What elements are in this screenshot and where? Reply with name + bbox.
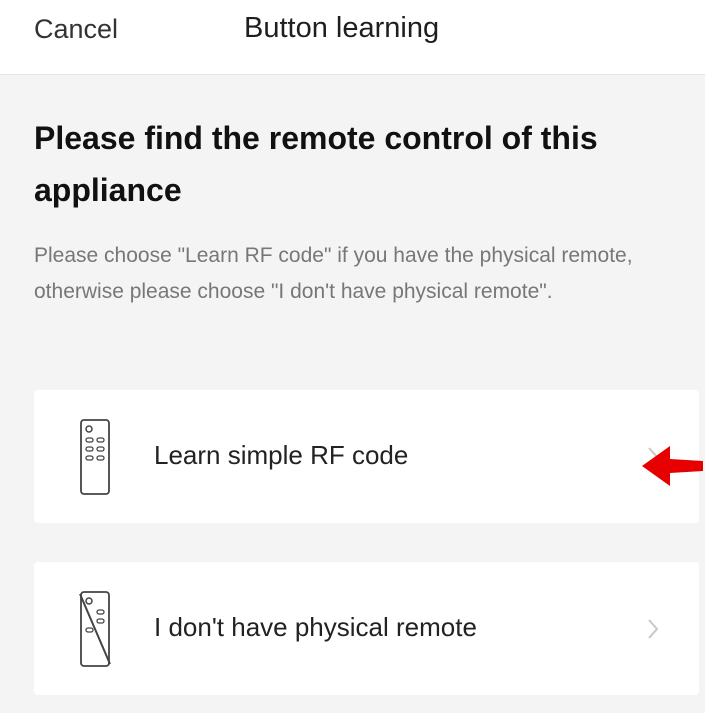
learn-rf-code-label: Learn simple RF code xyxy=(154,440,409,470)
cancel-button[interactable]: Cancel xyxy=(34,14,118,45)
no-remote-icon xyxy=(79,591,111,667)
no-physical-remote-label: I don't have physical remote xyxy=(154,612,477,642)
instruction-description: Please choose "Learn RF code" if you hav… xyxy=(34,244,633,303)
no-physical-remote-option[interactable]: I don't have physical remote xyxy=(34,562,699,695)
chevron-right-icon xyxy=(648,619,659,639)
instruction-heading: Please find the remote control of this a… xyxy=(34,120,598,208)
red-arrow-icon xyxy=(642,446,703,486)
page-title: Button learning xyxy=(244,12,440,44)
learn-rf-code-option[interactable]: Learn simple RF code xyxy=(34,390,699,523)
remote-control-icon xyxy=(80,419,110,495)
header-bar: Cancel Button learning xyxy=(0,0,705,75)
